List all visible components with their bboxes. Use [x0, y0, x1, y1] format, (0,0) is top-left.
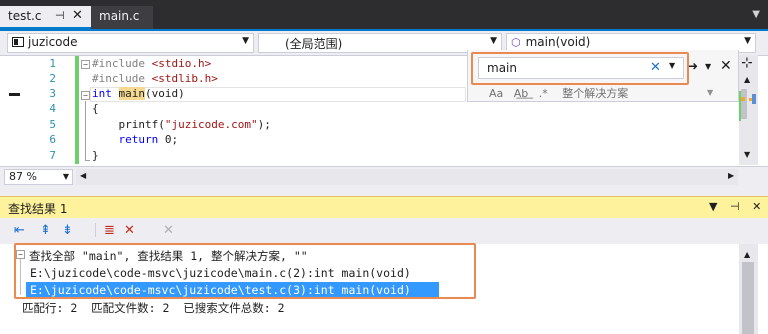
scrollbar-caret-marker — [752, 94, 756, 104]
chevron-down-icon: ▼ — [242, 36, 249, 46]
chevron-down-icon: ▼ — [62, 172, 69, 181]
scroll-right-icon[interactable]: ▶ — [728, 171, 734, 180]
horizontal-scrollbar[interactable] — [76, 169, 738, 185]
search-highlight: main — [118, 87, 145, 100]
line-number: 5 — [49, 118, 56, 131]
pane-splitter[interactable] — [0, 186, 768, 196]
scroll-up-icon[interactable]: ▲ — [744, 75, 750, 84]
find-results-title: 查找结果 1 — [8, 202, 68, 216]
zoom-level: 87 % — [9, 170, 37, 183]
chevron-down-icon[interactable]: ▼ — [707, 88, 713, 97]
editor-gutter: 1 2 3 4 5 6 7 — [0, 56, 79, 167]
project-dropdown[interactable]: juzicode ▼ — [7, 33, 254, 53]
match-case-toggle[interactable]: Aa — [489, 87, 503, 100]
scrollbar-find-marker — [741, 97, 745, 101]
chevron-down-icon: ▼ — [744, 36, 751, 46]
code-line: return 0; — [118, 133, 179, 146]
code-line: #include <stdlib.h> — [92, 72, 218, 85]
function-icon: ⬡ — [511, 36, 521, 49]
chevron-down-icon: ▼ — [490, 36, 497, 46]
close-tab-icon[interactable]: ✕ — [72, 8, 83, 23]
search-scope[interactable]: 整个解决方案 — [562, 87, 628, 100]
fold-guide — [85, 101, 86, 161]
previous-location-icon[interactable]: ⇞ — [40, 223, 51, 238]
find-next-icon[interactable]: ➜ — [688, 59, 698, 73]
go-to-location-icon[interactable]: ⇤ — [14, 223, 25, 238]
window-position-icon[interactable]: ▼ — [709, 200, 717, 213]
project-icon — [12, 37, 24, 47]
code-line: { — [92, 102, 99, 115]
next-location-icon[interactable]: ⇟ — [62, 223, 73, 238]
annotation-box-results — [14, 243, 476, 299]
line-number: 4 — [49, 102, 56, 115]
collapse-icon[interactable]: − — [81, 60, 90, 69]
find-results-toolbar: ⇤ ⇞ ⇟ ≣ ✕ ✕ — [0, 218, 768, 244]
regex-toggle[interactable]: .* — [539, 87, 548, 100]
zoom-dropdown[interactable]: 87 % ▼ — [4, 169, 73, 185]
scroll-up-icon[interactable]: ▲ — [744, 250, 750, 259]
scrollbar-thumb[interactable] — [741, 89, 747, 119]
find-options-row: Aa A͟b͟ .* 整个解决方案 — [489, 85, 635, 101]
scroll-left-icon[interactable]: ◀ — [80, 171, 86, 180]
tab-label: main.c — [99, 9, 140, 23]
document-tab-strip: test.c ⊣ ✕ main.c ▼ — [0, 0, 768, 29]
project-name: juzicode — [28, 35, 78, 49]
collapse-icon[interactable]: − — [81, 91, 90, 100]
close-find-icon[interactable]: ✕ — [720, 58, 732, 74]
fold-guide-end — [85, 160, 90, 161]
tab-overflow-icon[interactable]: ▼ — [752, 9, 760, 20]
scrollbar-thumb[interactable] — [742, 262, 754, 334]
line-number: 7 — [49, 149, 56, 162]
annotation-box-find — [471, 52, 689, 85]
line-number: 1 — [49, 57, 56, 70]
toolbar-separator — [95, 223, 96, 237]
code-line: #include <stdio.h> — [92, 57, 212, 70]
split-window-icon[interactable]: ⊹ — [741, 55, 753, 71]
clear-all-icon[interactable]: ≣ — [104, 223, 115, 238]
editor-status-strip: 87 % ▼ — [0, 166, 768, 186]
scroll-down-icon[interactable]: ▼ — [744, 150, 750, 159]
delete-icon[interactable]: ✕ — [124, 223, 135, 238]
scope-dropdown[interactable]: (全局范围) ▼ — [258, 33, 502, 53]
line-number: 2 — [49, 72, 56, 85]
code-line: int main(void) — [92, 87, 185, 100]
stop-find-icon[interactable]: ✕ — [163, 223, 174, 238]
tab-main-c[interactable]: main.c — [91, 6, 153, 29]
current-line-marker — [9, 93, 20, 96]
tab-label: test.c — [8, 9, 42, 23]
code-line: } — [92, 149, 99, 162]
match-word-toggle[interactable]: A͟b͟ — [514, 87, 529, 100]
pin-icon[interactable]: ⊣ — [730, 200, 740, 213]
tool-window-actions: ▼ ⊣ ✕ — [700, 200, 761, 213]
line-number: 6 — [49, 133, 56, 146]
pin-icon[interactable]: ⊣ — [55, 9, 65, 22]
find-options-icon[interactable]: ▼ — [705, 62, 711, 71]
results-footer: 匹配行: 2 匹配文件数: 2 已搜索文件总数: 2 — [22, 301, 285, 315]
scrollbar-find-marker — [749, 98, 752, 101]
line-number: 3 — [49, 87, 56, 100]
tab-test-c[interactable]: test.c ⊣ ✕ — [0, 6, 91, 29]
code-line: printf("juzicode.com"); — [118, 118, 271, 131]
find-results-header: 查找结果 1 ▼ ⊣ ✕ — [0, 196, 768, 218]
function-name: main(void) — [525, 35, 591, 49]
scope-name: (全局范围) — [285, 37, 343, 51]
close-icon[interactable]: ✕ — [752, 200, 761, 213]
change-tracking-bar — [75, 56, 79, 164]
